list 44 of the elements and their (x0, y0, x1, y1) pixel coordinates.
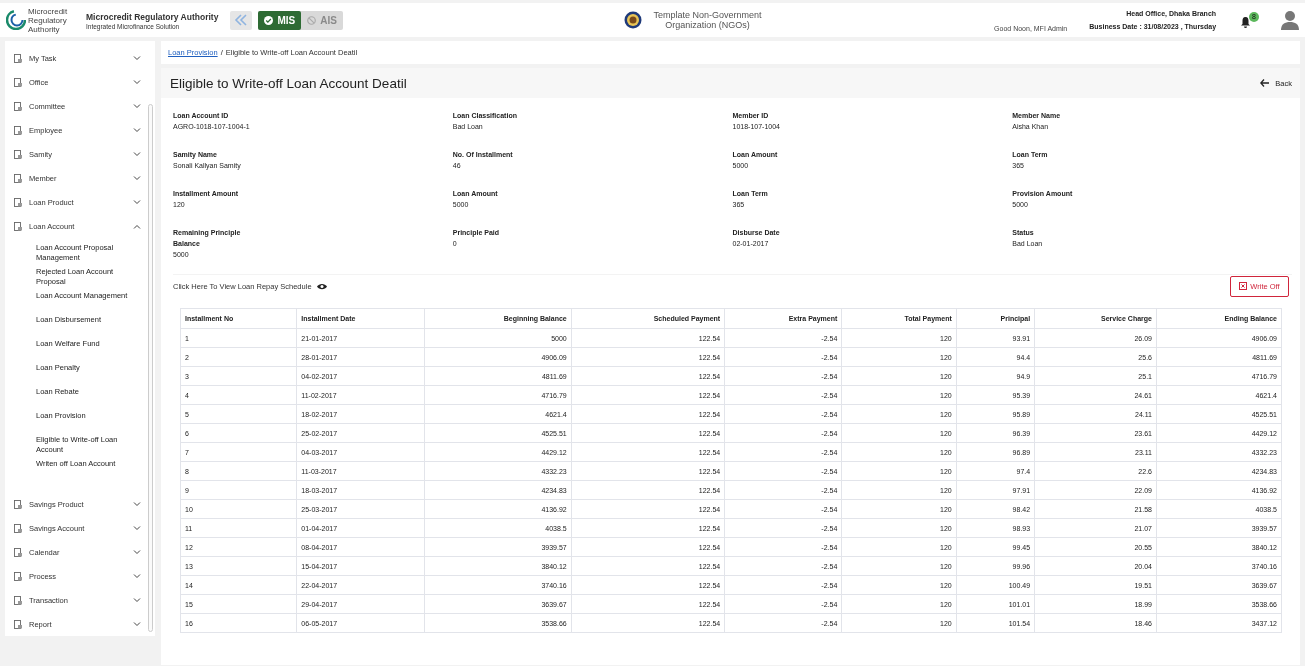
menu-item-icon (14, 53, 23, 63)
menu-item-icon (14, 571, 23, 581)
notification-button[interactable] (1240, 16, 1252, 28)
check-circle-icon (264, 15, 274, 25)
menu-item-icon (14, 101, 23, 111)
eye-icon (316, 282, 327, 290)
page-title: Eligible to Write-off Loan Account Deatil (170, 75, 407, 91)
logo-icon (6, 10, 26, 30)
seal-icon (624, 11, 643, 29)
chevron-icon (133, 175, 141, 181)
close-icon (1239, 282, 1248, 290)
chevron-icon (133, 525, 141, 531)
chevron-icon (133, 597, 141, 603)
menu-item-icon (14, 125, 23, 135)
menu-item-icon (14, 523, 23, 533)
menu-item-icon (14, 221, 23, 231)
menu-item-icon (14, 77, 23, 87)
chevron-icon (133, 223, 141, 229)
module-tab[interactable]: MIS (258, 10, 302, 30)
double-chevron-left-icon (234, 14, 249, 26)
menu-item-icon (14, 197, 23, 207)
chevron-icon (133, 549, 141, 555)
menu-item-icon (14, 619, 23, 629)
chevron-icon (133, 151, 141, 157)
chevron-icon (133, 199, 141, 205)
organization-title: Template Non-Government Organization (NGOs) (652, 10, 763, 30)
chevron-icon (133, 103, 141, 109)
chevron-icon (133, 55, 141, 61)
menu-item-icon (14, 547, 23, 557)
scrollbar[interactable] (148, 104, 153, 632)
menu-item-icon (14, 595, 23, 605)
chevron-icon (133, 621, 141, 627)
logo-text: Microcredit Regulatory Authority (28, 6, 69, 34)
chevron-icon (133, 79, 141, 85)
organization-name: Microcredit Regulatory Authority (86, 10, 219, 23)
menu-item-icon (14, 149, 23, 159)
chevron-icon (133, 573, 141, 579)
menu-item-icon (14, 173, 23, 183)
user-avatar-icon[interactable] (1281, 10, 1299, 30)
chevron-icon (133, 501, 141, 507)
menu-item-icon (14, 499, 23, 509)
chevron-icon (133, 127, 141, 133)
blocked-icon (307, 15, 317, 25)
arrow-left-icon (1260, 79, 1270, 87)
